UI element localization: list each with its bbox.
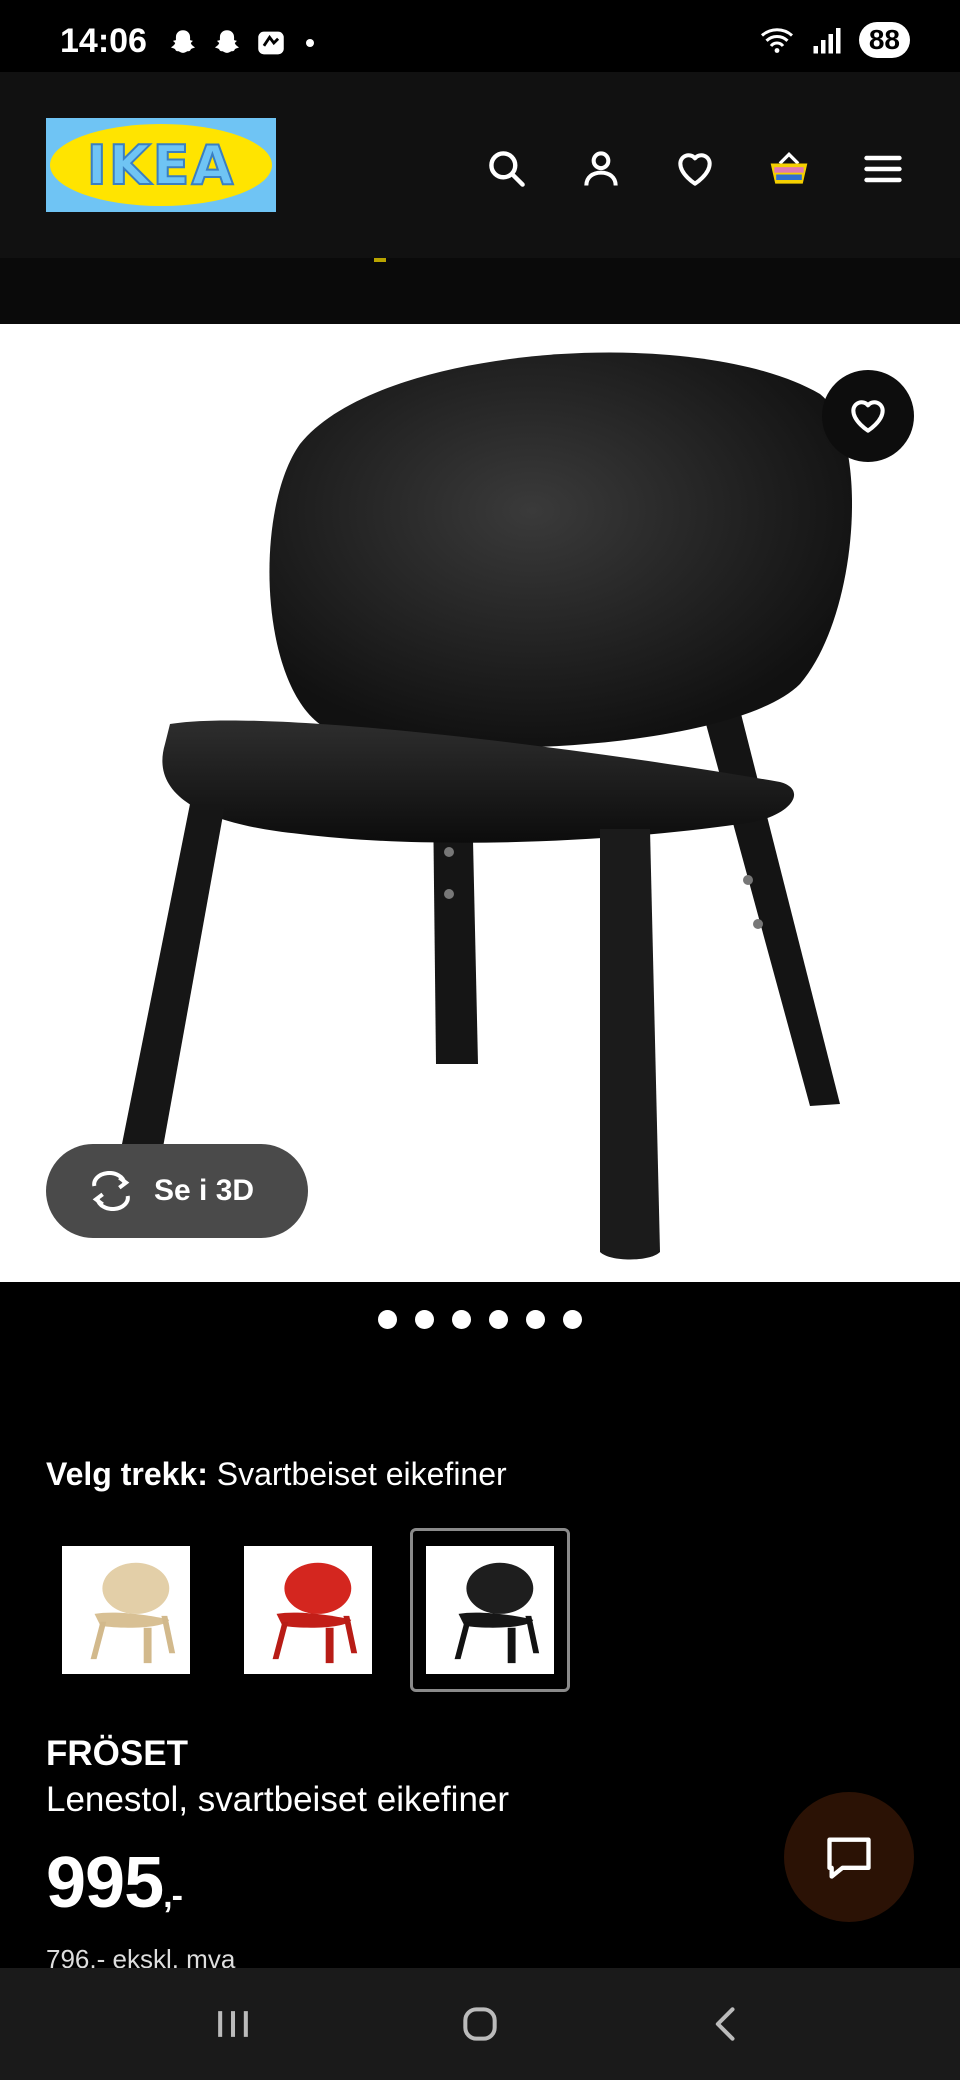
notification-icons (166, 26, 314, 60)
recent-apps-button[interactable] (193, 1984, 273, 2064)
logo-text: IKEA (86, 133, 236, 198)
see-in-3d-button[interactable]: Se i 3D (46, 1144, 308, 1238)
app-notification-icon (258, 31, 284, 55)
system-status: 88 (759, 22, 910, 58)
carousel-dot[interactable] (563, 1310, 582, 1329)
variant-option-birch[interactable] (46, 1528, 206, 1692)
home-icon (463, 2007, 497, 2041)
price-value: 995 (46, 1843, 164, 1923)
account-icon (584, 151, 618, 186)
site-header: IKEA (0, 72, 960, 258)
product-price: 995,- (46, 1842, 183, 1924)
heart-icon (678, 153, 712, 186)
variant-option-red[interactable] (228, 1528, 388, 1692)
logo-ellipse: IKEA (50, 124, 272, 206)
header-actions (480, 142, 910, 196)
chat-icon (827, 1837, 871, 1879)
snapchat-icon (170, 30, 196, 53)
chair-thumbnail-black (454, 1562, 540, 1664)
variant-selected-value: Svartbeiset eikefiner (216, 1456, 507, 1492)
variant-thumbnail (426, 1546, 554, 1674)
more-notifications-dot (306, 39, 314, 47)
variant-thumbnail (244, 1546, 372, 1674)
product-description: Lenestol, svartbeiset eikefiner (46, 1780, 510, 1819)
product-image-gallery[interactable]: Se i 3D (0, 324, 960, 1282)
variant-thumbnail (62, 1546, 190, 1674)
variant-options (46, 1528, 570, 1692)
sub-header-accent (374, 258, 386, 262)
product-name: FRÖSET (46, 1734, 188, 1773)
signal-icon (813, 28, 841, 54)
battery-indicator: 88 (858, 22, 910, 58)
chat-button[interactable] (784, 1792, 914, 1922)
carousel-dot[interactable] (378, 1310, 397, 1329)
product-image (118, 352, 853, 1260)
see-in-3d-label: Se i 3D (154, 1174, 255, 1207)
carousel-dot[interactable] (489, 1310, 508, 1329)
chair-thumbnail-birch (90, 1562, 176, 1664)
heart-icon (851, 400, 885, 433)
carousel-dot[interactable] (452, 1310, 471, 1329)
rotate-3d-icon (92, 1171, 130, 1211)
variant-option-black[interactable] (410, 1528, 570, 1692)
sub-header-bar (0, 258, 960, 324)
wifi-icon (760, 28, 793, 53)
search-icon (489, 151, 525, 187)
snapchat-icon (214, 30, 240, 53)
account-button[interactable] (574, 142, 628, 196)
home-button[interactable] (440, 1984, 520, 2064)
back-button[interactable] (687, 1984, 767, 2064)
back-icon (715, 2007, 735, 2041)
status-time: 14:06 (60, 22, 147, 60)
system-navigation-bar (0, 1968, 960, 2080)
carousel-pagination (0, 1310, 960, 1329)
variant-label: Velg trekk: (46, 1456, 208, 1492)
basket-button[interactable] (762, 142, 816, 196)
ikea-logo[interactable]: IKEA (46, 118, 276, 212)
carousel-dot[interactable] (526, 1310, 545, 1329)
price-suffix: ,- (163, 1877, 183, 1915)
variant-heading: Velg trekk: Svartbeiset eikefiner (46, 1456, 507, 1493)
recent-apps-icon (218, 2011, 249, 2037)
favourites-button[interactable] (668, 142, 722, 196)
add-to-favourites-button[interactable] (822, 370, 914, 462)
menu-button[interactable] (856, 142, 910, 196)
menu-icon (864, 155, 902, 183)
chair-thumbnail-red (272, 1562, 358, 1664)
basket-icon (770, 151, 808, 184)
status-bar: 14:06 88 (0, 0, 960, 72)
carousel-dot[interactable] (415, 1310, 434, 1329)
search-button[interactable] (480, 142, 534, 196)
